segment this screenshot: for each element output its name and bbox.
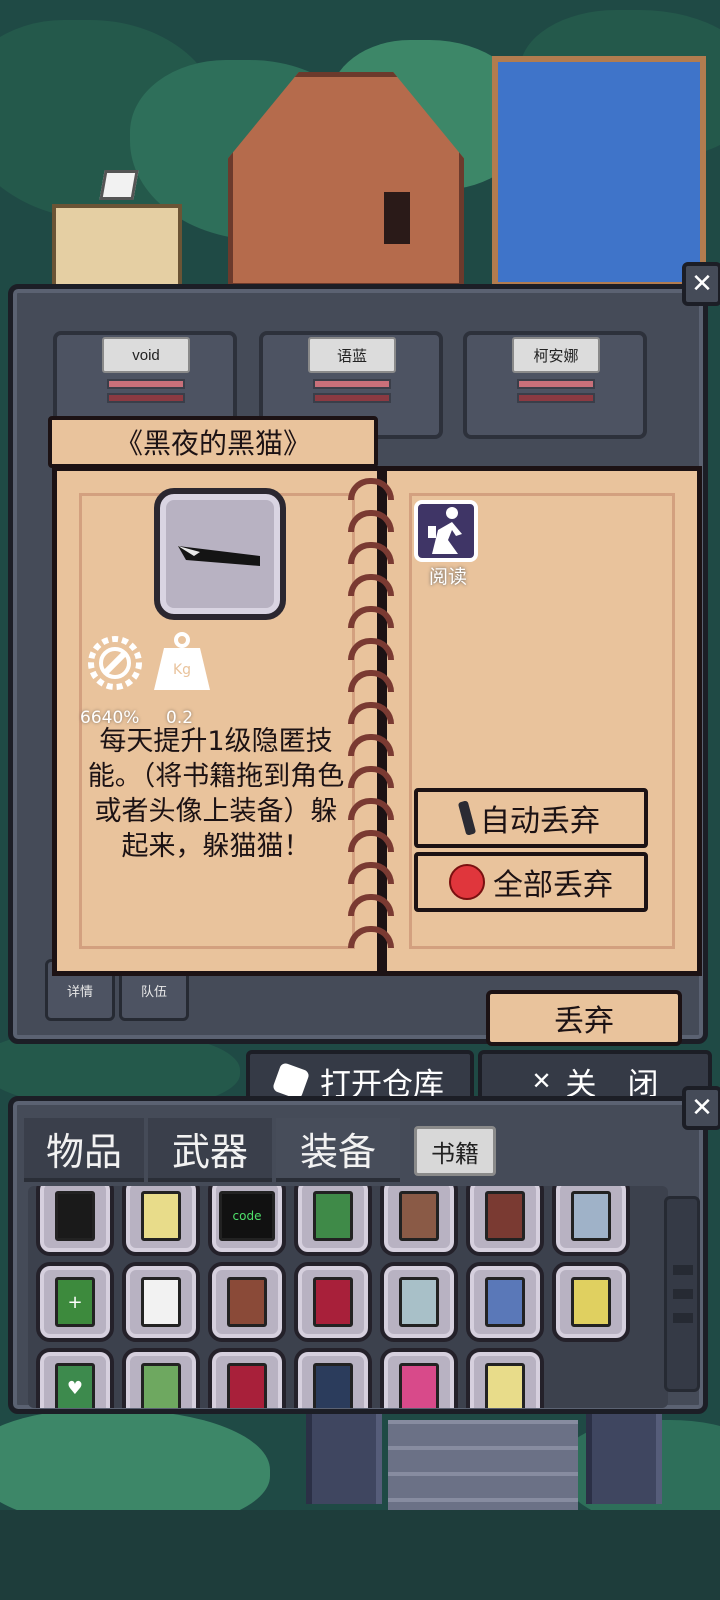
read-label: 阅读 — [428, 566, 467, 588]
close-panel-button[interactable]: ✕ — [682, 262, 720, 306]
character-name: 语蓝 — [308, 337, 396, 373]
spine-ring — [348, 606, 394, 628]
spine-ring — [348, 798, 394, 820]
dice-icon — [271, 1061, 311, 1101]
character-name: 柯安娜 — [512, 337, 600, 373]
inventory-slot[interactable] — [466, 1186, 544, 1256]
green-book-icon — [313, 1191, 353, 1241]
tent-window — [384, 192, 410, 244]
spine-ring — [348, 766, 394, 788]
inventory-slot[interactable] — [208, 1348, 286, 1408]
inventory-slot[interactable] — [552, 1262, 630, 1342]
hammer-book-icon — [571, 1277, 611, 1327]
brush-icon — [457, 800, 477, 836]
auto-drop-button[interactable]: 自动丢弃 — [414, 788, 648, 848]
inventory-slot[interactable] — [380, 1348, 458, 1408]
bottom-bar — [0, 1510, 720, 1600]
white-box-icon — [99, 170, 139, 200]
inventory-slot[interactable] — [466, 1262, 544, 1342]
boot-card-icon — [399, 1191, 439, 1241]
close-icon: ✕ — [691, 1093, 713, 1123]
inventory-slot[interactable] — [36, 1186, 114, 1256]
inventory-grid: code + ♥ — [28, 1186, 668, 1408]
dotted-paper-icon — [141, 1277, 181, 1327]
inventory-slot[interactable] — [122, 1348, 200, 1408]
inventory-slot[interactable]: code — [208, 1186, 286, 1256]
character-stamina-bar — [107, 393, 185, 403]
green-cross-book-icon: + — [55, 1277, 95, 1327]
weight-unit: Kg — [172, 662, 192, 678]
spine-ring — [348, 510, 394, 532]
spine-ring — [348, 670, 394, 692]
book-spine-rings — [348, 468, 394, 968]
book-description: 每天提升1级隐匿技能。（将书籍拖到角色或者头像上装备）躲起来，躲猫猫！ — [87, 726, 345, 862]
inventory-slot[interactable] — [294, 1186, 372, 1256]
inventory-slot[interactable] — [552, 1186, 630, 1256]
angry-face-icon — [449, 864, 485, 900]
spine-ring — [348, 478, 394, 500]
inventory-slot[interactable]: ♥ — [36, 1348, 114, 1408]
inventory-slot[interactable] — [380, 1262, 458, 1342]
heart-book-icon: ♥ — [55, 1363, 95, 1408]
character-stamina-bar — [517, 393, 595, 403]
spine-ring — [348, 894, 394, 916]
weight-icon: Kg — [150, 630, 214, 694]
inventory-scrollbar[interactable] — [664, 1196, 700, 1392]
close-icon: ✕ — [691, 269, 713, 299]
book-item-icon — [154, 488, 286, 620]
character-name: void — [102, 337, 190, 373]
tab-weapons[interactable]: 武器 — [148, 1118, 272, 1182]
character-health-bar — [313, 379, 391, 389]
paper-brush-icon — [141, 1191, 181, 1241]
read-action-icon[interactable] — [414, 500, 478, 562]
character-stamina-bar — [313, 393, 391, 403]
feather-book-icon — [313, 1363, 353, 1408]
glasses-book-icon — [485, 1277, 525, 1327]
gear-wrench-icon — [82, 630, 148, 696]
drop-all-label: 全部丢弃 — [493, 868, 613, 903]
tab-books[interactable]: 书籍 — [414, 1126, 496, 1176]
inventory-slot[interactable] — [122, 1262, 200, 1342]
auto-drop-label: 自动丢弃 — [480, 804, 600, 839]
close-icon: ✕ — [531, 1067, 552, 1095]
spine-ring — [348, 702, 394, 724]
character-slot-keanna[interactable]: 柯安娜 — [463, 331, 647, 439]
inventory-slot[interactable] — [294, 1348, 372, 1408]
glass-screen — [492, 56, 706, 288]
red-gem-book-icon — [227, 1277, 267, 1327]
inventory-slot[interactable]: + — [36, 1262, 114, 1342]
inventory-slot[interactable] — [466, 1348, 544, 1408]
drop-button[interactable]: 丢弃 — [486, 990, 682, 1046]
muscle-book-icon — [227, 1363, 267, 1408]
code-book-icon: code — [219, 1191, 275, 1241]
red-rune-book-icon — [313, 1277, 353, 1327]
character-health-bar — [107, 379, 185, 389]
spine-ring — [348, 734, 394, 756]
inventory-slot[interactable] — [294, 1262, 372, 1342]
camo-book-icon — [141, 1363, 181, 1408]
drop-all-button[interactable]: 全部丢弃 — [414, 852, 648, 912]
spine-ring — [348, 830, 394, 852]
wooden-crate — [52, 204, 182, 288]
knife-icon — [55, 1191, 95, 1241]
inventory-slot[interactable] — [380, 1186, 458, 1256]
tab-equipment[interactable]: 装备 — [276, 1118, 400, 1182]
tab-items[interactable]: 物品 — [24, 1118, 144, 1182]
book-stack-icon — [485, 1191, 525, 1241]
blue-book-icon — [571, 1191, 611, 1241]
spine-ring — [348, 926, 394, 948]
spine-ring — [348, 638, 394, 660]
wrench-book-icon — [485, 1363, 525, 1408]
spine-ring — [348, 574, 394, 596]
spine-ring — [348, 862, 394, 884]
spine-ring — [348, 542, 394, 564]
magnifier-book-icon — [399, 1363, 439, 1408]
inventory-slot[interactable] — [208, 1262, 286, 1342]
book-title: 《黑夜的黑猫》 — [48, 416, 378, 468]
scissors-book-icon — [399, 1277, 439, 1327]
character-health-bar — [517, 379, 595, 389]
close-inventory-button[interactable]: ✕ — [682, 1086, 720, 1130]
inventory-slot[interactable] — [122, 1186, 200, 1256]
